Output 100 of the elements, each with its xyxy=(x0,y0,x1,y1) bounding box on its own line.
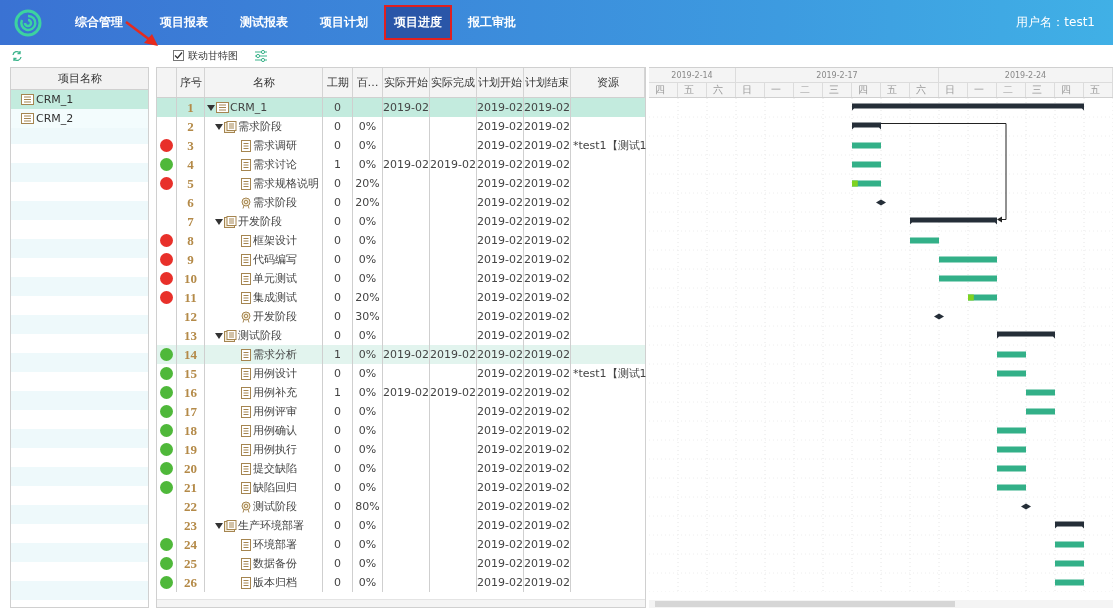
table-cell: 0 xyxy=(334,101,341,114)
table-cell: 0% xyxy=(358,253,377,266)
row-number: 5 xyxy=(187,175,194,192)
summary-bar[interactable] xyxy=(910,217,997,225)
row-number: 11 xyxy=(184,289,197,306)
task-row[interactable]: 7 开发阶段 0 0% 2019-022019-02 xyxy=(157,212,645,231)
task-row[interactable]: 3 需求调研 0 0% 2019-022019-02 *test1【测试1 xyxy=(157,136,645,155)
task-bar[interactable] xyxy=(939,275,997,282)
milestone-marker[interactable] xyxy=(1021,503,1031,510)
nav-tab[interactable]: 综合管理 xyxy=(54,0,144,45)
row-number: 26 xyxy=(184,574,197,591)
task-bar[interactable] xyxy=(852,161,881,168)
nav-tab[interactable]: 项目计划 xyxy=(304,0,384,45)
task-name: 单元测试 xyxy=(253,271,297,286)
task-bar[interactable] xyxy=(997,427,1026,434)
column-header[interactable]: 实际完成 xyxy=(430,68,477,97)
task-row[interactable]: 8 框架设计 0 0% 2019-022019-02 xyxy=(157,231,645,250)
table-cell: 0 xyxy=(334,215,341,228)
column-header: 项目名称 xyxy=(11,68,148,90)
task-row[interactable]: 23 生产环境部署 0 0% 2019-022019-02 xyxy=(157,516,645,535)
summary-bar[interactable] xyxy=(852,122,881,130)
task-name: 用例确认 xyxy=(253,423,297,438)
document-icon xyxy=(240,424,252,437)
task-row[interactable]: 5 需求规格说明 0 20% 2019-022019-02 xyxy=(157,174,645,193)
task-bar[interactable] xyxy=(968,294,997,301)
table-cell: 0 xyxy=(334,462,341,475)
task-row[interactable]: 22 测试阶段 0 80% 2019-022019-02 xyxy=(157,497,645,516)
task-row[interactable]: 1 CRM_1 0 2019-02 2019-022019-02 xyxy=(157,98,645,117)
settings-sliders-icon[interactable] xyxy=(254,48,268,63)
summary-bar[interactable] xyxy=(852,103,1084,111)
caret-icon[interactable] xyxy=(207,103,215,112)
task-bar[interactable] xyxy=(1026,389,1055,396)
document-icon xyxy=(240,367,252,380)
task-row[interactable]: 25 数据备份 0 0% 2019-022019-02 xyxy=(157,554,645,573)
column-header[interactable]: 名称 xyxy=(205,68,323,97)
summary-bar[interactable] xyxy=(997,331,1055,339)
task-bar[interactable] xyxy=(1055,579,1084,586)
project-item[interactable]: CRM_2 xyxy=(11,109,148,128)
task-row[interactable]: 21 缺陷回归 0 0% 2019-022019-02 xyxy=(157,478,645,497)
table-cell: 0% xyxy=(358,139,377,152)
column-header[interactable]: 资源 xyxy=(571,68,645,97)
task-row[interactable]: 24 环境部署 0 0% 2019-022019-02 xyxy=(157,535,645,554)
caret-icon[interactable] xyxy=(215,122,223,131)
column-header[interactable]: 计划开始 xyxy=(477,68,524,97)
task-bar[interactable] xyxy=(997,446,1026,453)
task-row[interactable]: 2 需求阶段 0 0% 2019-022019-02 xyxy=(157,117,645,136)
caret-icon[interactable] xyxy=(215,217,223,226)
gantt-link-checkbox[interactable]: 联动甘特图 xyxy=(173,48,238,63)
task-bar[interactable] xyxy=(997,465,1026,472)
task-bar[interactable] xyxy=(852,142,881,149)
task-row[interactable]: 20 提交缺陷 0 0% 2019-022019-02 xyxy=(157,459,645,478)
task-row[interactable]: 12 开发阶段 0 30% 2019-022019-02 xyxy=(157,307,645,326)
horizontal-scrollbar[interactable] xyxy=(157,599,645,607)
task-bar[interactable] xyxy=(997,351,1026,358)
column-header[interactable]: 工期 xyxy=(323,68,353,97)
row-number: 4 xyxy=(187,156,194,173)
column-header[interactable]: 计划结束 xyxy=(524,68,571,97)
table-cell: 2019-02 xyxy=(524,310,570,323)
day-header: 五 xyxy=(881,83,910,97)
task-row[interactable]: 10 单元测试 0 0% 2019-022019-02 xyxy=(157,269,645,288)
task-row[interactable]: 18 用例确认 0 0% 2019-022019-02 xyxy=(157,421,645,440)
table-cell: 2019-02 xyxy=(524,367,570,380)
caret-icon[interactable] xyxy=(215,521,223,530)
task-bar[interactable] xyxy=(997,370,1026,377)
task-row[interactable]: 9 代码编写 0 0% 2019-022019-02 xyxy=(157,250,645,269)
refresh-icon[interactable] xyxy=(11,49,23,62)
task-bar[interactable] xyxy=(852,180,881,187)
column-header[interactable]: 实际开始 xyxy=(383,68,430,97)
task-bar[interactable] xyxy=(997,484,1026,491)
table-cell: 2019-02 xyxy=(477,576,523,589)
nav-tab[interactable]: 报工审批 xyxy=(452,0,532,45)
task-bar[interactable] xyxy=(1026,408,1055,415)
project-item[interactable]: CRM_1 xyxy=(11,90,148,109)
table-cell: *test1【测试1 xyxy=(573,366,647,381)
nav-tab[interactable]: 项目进度 xyxy=(384,5,452,40)
list-icon xyxy=(21,113,34,124)
task-bar[interactable] xyxy=(910,237,939,244)
nav-tab[interactable]: 项目报表 xyxy=(144,0,224,45)
task-row[interactable]: 16 用例补充 1 0% 2019-022019-022019-022019-02 xyxy=(157,383,645,402)
task-row[interactable]: 15 用例设计 0 0% 2019-022019-02 *test1【测试1 xyxy=(157,364,645,383)
nav-tab[interactable]: 测试报表 xyxy=(224,0,304,45)
task-row[interactable]: 17 用例评审 0 0% 2019-022019-02 xyxy=(157,402,645,421)
task-row[interactable]: 6 需求阶段 0 20% 2019-022019-02 xyxy=(157,193,645,212)
task-row[interactable]: 19 用例执行 0 0% 2019-022019-02 xyxy=(157,440,645,459)
summary-bar[interactable] xyxy=(1055,521,1084,529)
horizontal-scrollbar[interactable] xyxy=(649,600,1113,608)
column-header[interactable]: 百… xyxy=(353,68,383,97)
task-row[interactable]: 4 需求讨论 1 0% 2019-022019-022019-022019-02 xyxy=(157,155,645,174)
task-row[interactable]: 26 版本归档 0 0% 2019-022019-02 xyxy=(157,573,645,592)
task-row[interactable]: 11 集成测试 0 20% 2019-022019-02 xyxy=(157,288,645,307)
column-header[interactable]: 序号 xyxy=(177,68,205,97)
task-bar[interactable] xyxy=(939,256,997,263)
table-cell: 0 xyxy=(334,576,341,589)
task-bar[interactable] xyxy=(1055,560,1084,567)
user-name: 用户名：test1 xyxy=(1016,14,1095,31)
task-row[interactable]: 14 需求分析 1 0% 2019-022019-022019-022019-02 xyxy=(157,345,645,364)
caret-icon[interactable] xyxy=(215,331,223,340)
task-bar[interactable] xyxy=(1055,541,1084,548)
milestone-marker[interactable] xyxy=(876,199,886,206)
milestone-marker[interactable] xyxy=(934,313,944,320)
